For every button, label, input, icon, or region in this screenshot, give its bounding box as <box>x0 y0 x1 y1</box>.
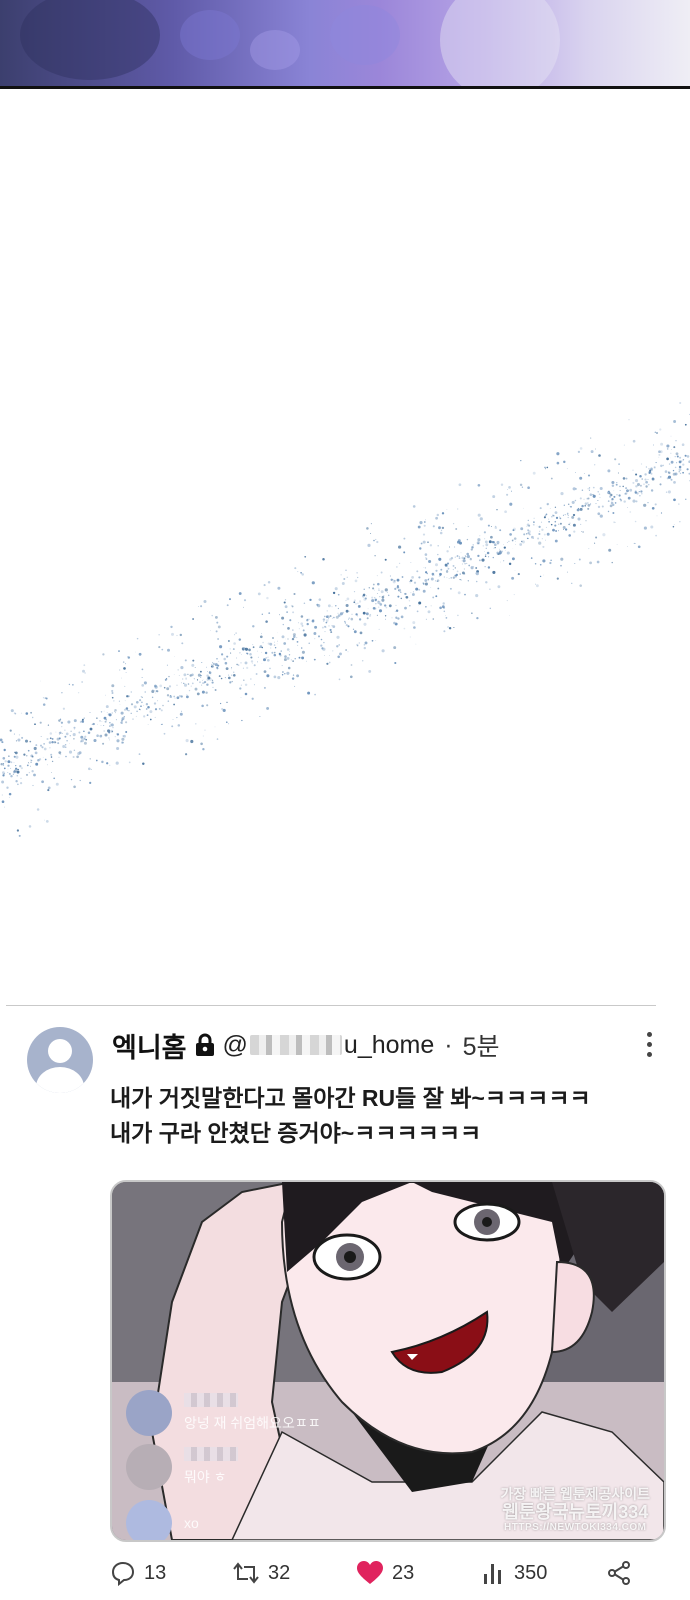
like-button[interactable]: 23 <box>356 1560 414 1586</box>
display-name[interactable]: 엑니홈 <box>112 1026 187 1065</box>
chat-row: xo <box>126 1500 199 1540</box>
views-icon <box>484 1564 501 1584</box>
heart-icon <box>357 1561 383 1584</box>
handle[interactable]: @ u_home <box>223 1031 435 1060</box>
chat-message: xo <box>184 1515 199 1531</box>
retweet-button[interactable]: 32 <box>232 1560 290 1586</box>
view-count: 350 <box>514 1561 548 1584</box>
watermark: 가장 빠른 웹툰제공사이트 웹툰왕국뉴토끼334 HTTPS://NEWTOKI… <box>500 1486 650 1533</box>
retweet-icon <box>233 1562 259 1584</box>
handle-redaction <box>249 1035 342 1055</box>
chat-avatar <box>126 1444 172 1490</box>
lock-icon <box>195 1033 217 1057</box>
chat-row: 뭐야 ㅎ <box>126 1444 238 1490</box>
tweet-header: 엑니홈 @ u_home · 5분 <box>112 1026 500 1065</box>
chat-message: 앙넝 재 쉬엄해요오ㅍㅍ <box>184 1415 321 1431</box>
top-comic-panel <box>0 0 690 89</box>
more-options-icon[interactable] <box>645 1030 653 1060</box>
timestamp[interactable]: 5분 <box>463 1027 500 1063</box>
avatar[interactable] <box>27 1027 93 1093</box>
reply-icon <box>111 1561 135 1586</box>
tweet-text: 내가 거짓말한다고 몰아간 RU들 잘 봐~ㅋㅋㅋㅋㅋ 내가 구라 안쳤단 증거… <box>110 1081 670 1151</box>
media-card[interactable]: 앙넝 재 쉬엄해요오ㅍㅍ 뭐야 ㅎ xo 가장 빠른 웹툰제공사이트 웹툰왕국뉴… <box>110 1180 666 1542</box>
chat-message: 뭐야 ㅎ <box>184 1469 227 1485</box>
share-icon <box>608 1561 630 1585</box>
divider <box>6 1005 656 1006</box>
chat-avatar <box>126 1390 172 1436</box>
action-bar: 13 32 23 350 <box>110 1560 670 1594</box>
like-count: 23 <box>392 1561 415 1584</box>
views-button[interactable]: 350 <box>482 1560 547 1586</box>
reply-count: 13 <box>144 1561 167 1584</box>
tweet-text-line: 내가 구라 안쳤단 증거야~ㅋㅋㅋㅋㅋㅋ <box>110 1120 482 1146</box>
chat-row: 앙넝 재 쉬엄해요오ㅍㅍ <box>126 1390 321 1436</box>
share-button[interactable] <box>606 1560 640 1586</box>
chat-avatar <box>126 1500 172 1540</box>
tweet-text-line: 내가 거짓말한다고 몰아간 RU들 잘 봐~ㅋㅋㅋㅋㅋ <box>110 1085 591 1111</box>
retweet-count: 32 <box>268 1561 291 1584</box>
separator: · <box>444 1030 453 1059</box>
sparkle-decoration <box>0 401 690 837</box>
reply-button[interactable]: 13 <box>110 1560 166 1586</box>
